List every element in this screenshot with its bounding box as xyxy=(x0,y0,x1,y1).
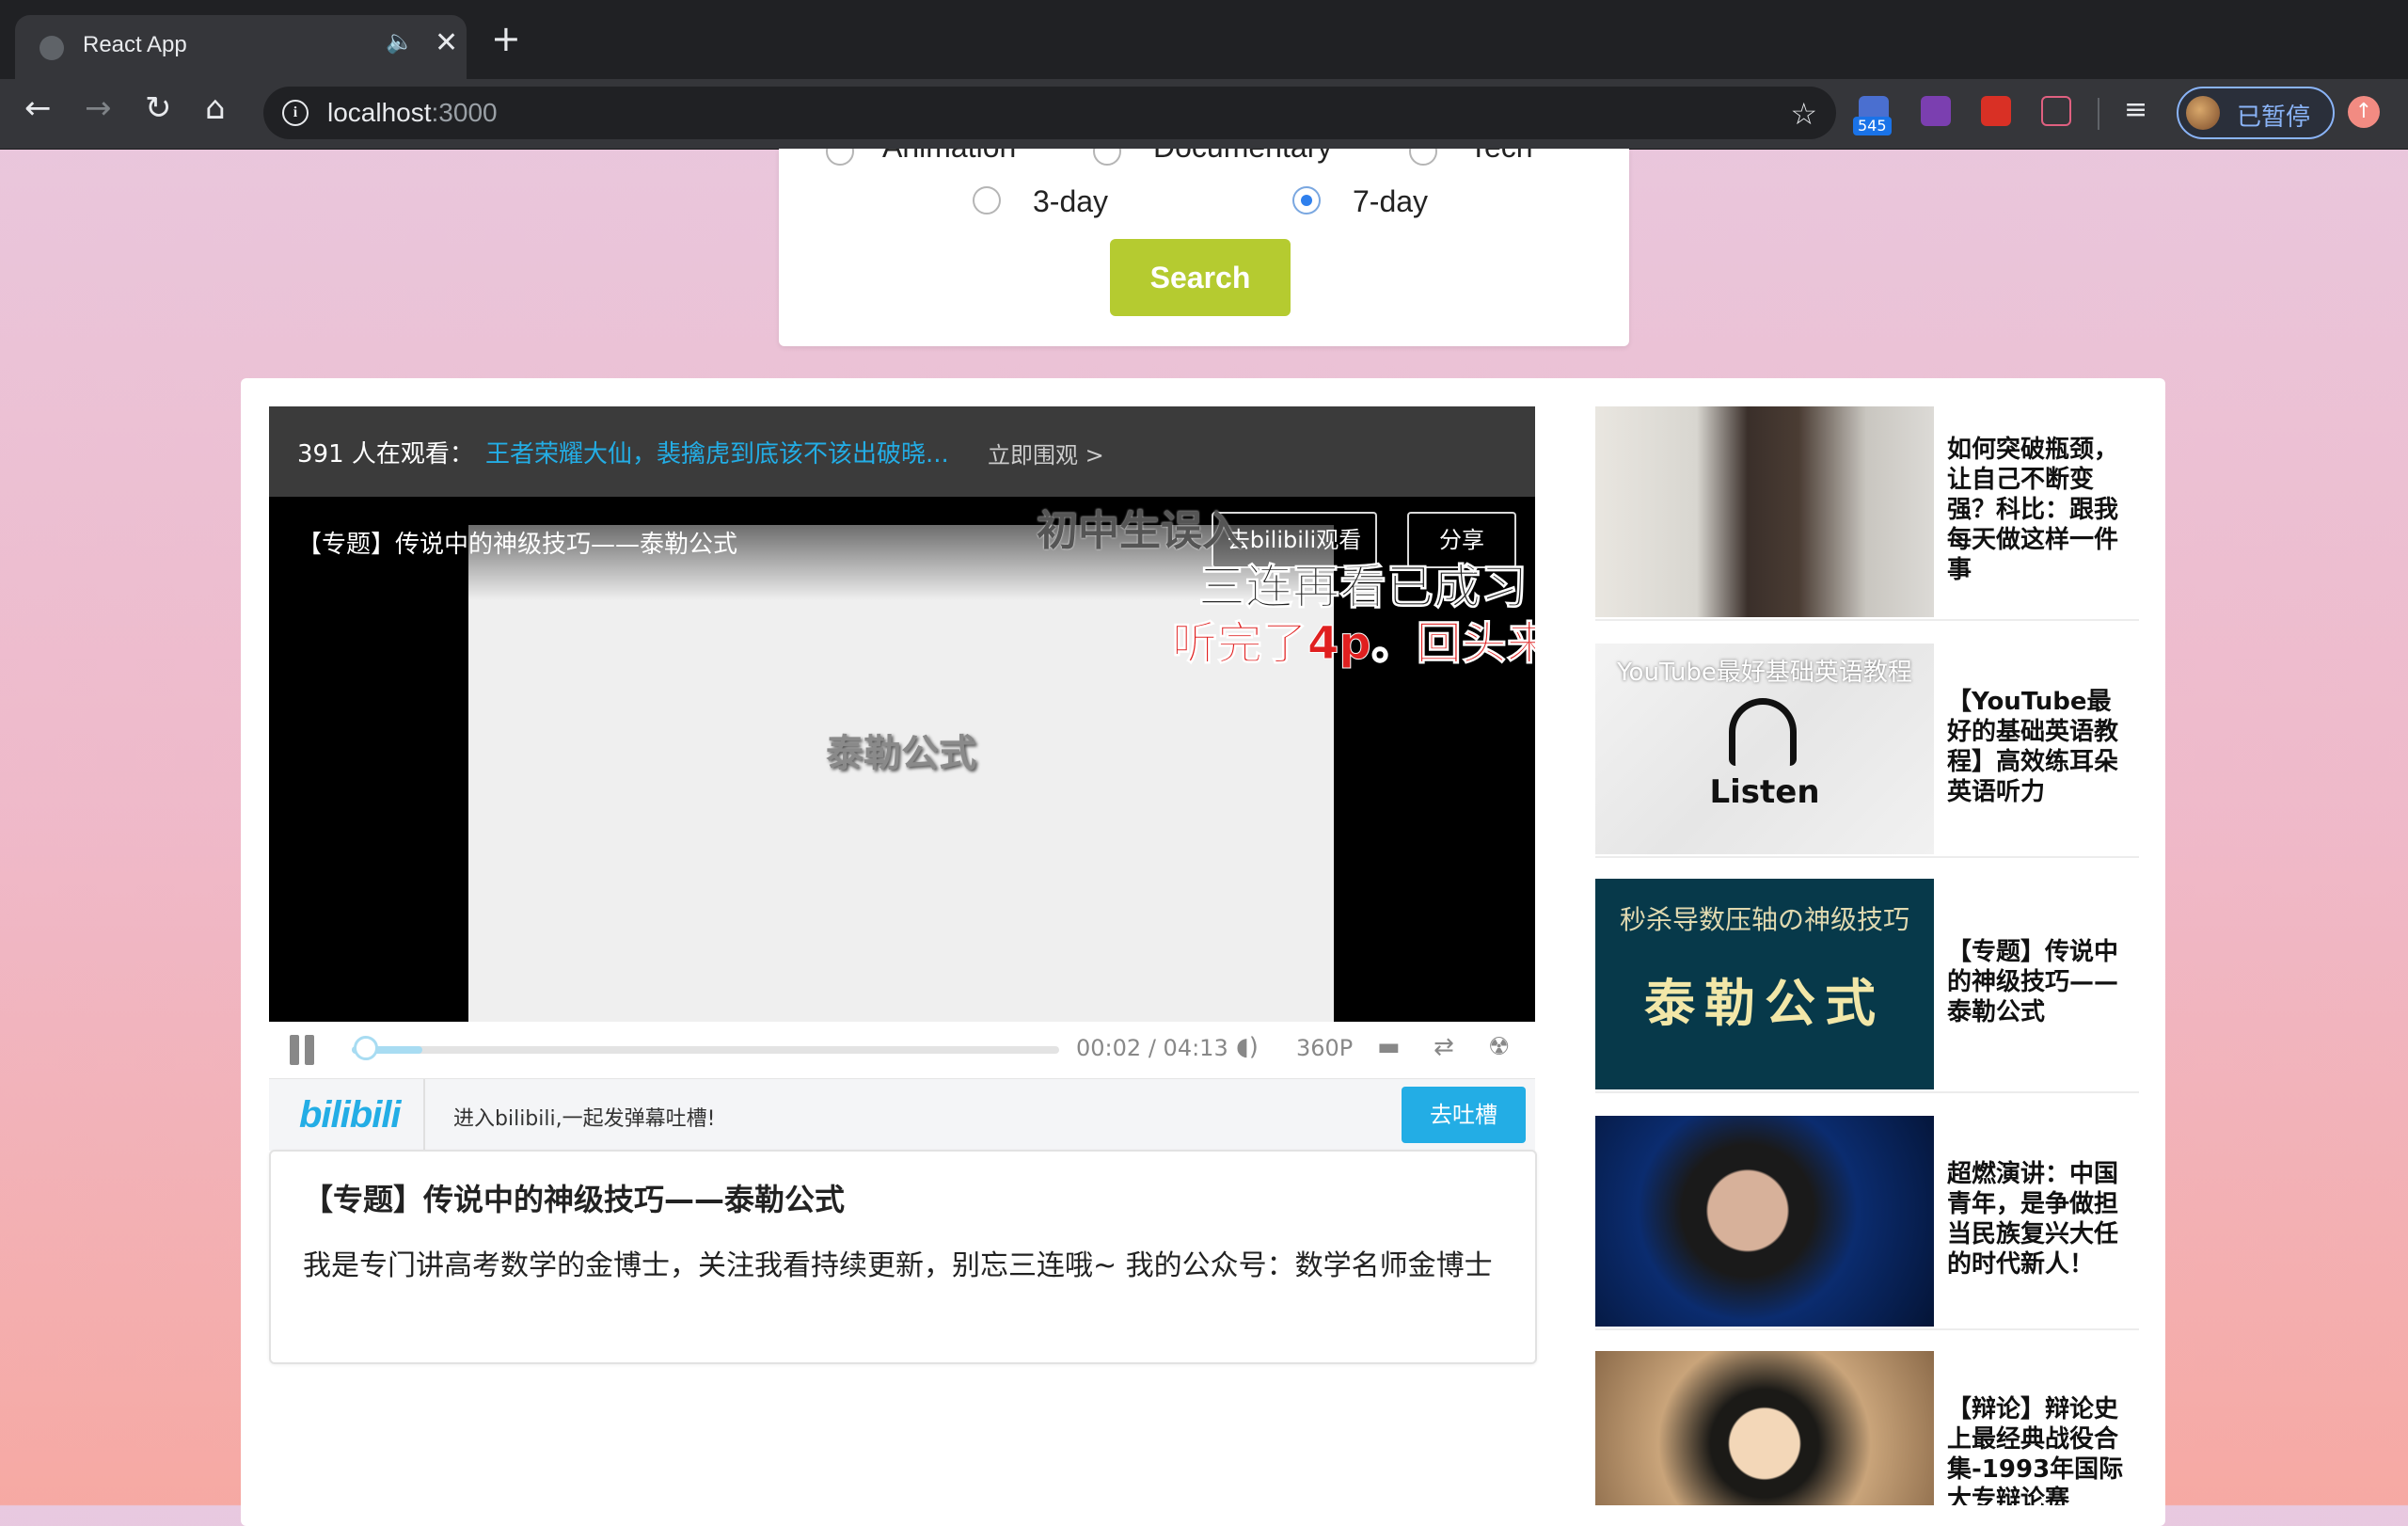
player-controls: 00:02 / 04:13 ◖) 360P ▬ ⇄ ☢ xyxy=(269,1022,1535,1078)
recommendation-item[interactable]: 超燃演讲：中国青年，是争做担当民族复兴大任的时代新人！ xyxy=(1595,1116,2139,1330)
back-icon[interactable]: ← xyxy=(24,92,52,124)
search-button[interactable]: Search xyxy=(1110,239,1291,316)
radio-7-day[interactable] xyxy=(1292,186,1321,215)
thumbnail-text: 泰勒公式 xyxy=(1644,973,1885,1033)
browser-tab[interactable]: React App 🔈 ✕ xyxy=(15,15,467,79)
viewer-count: 391 人在观看： xyxy=(297,440,474,469)
info-icon[interactable]: i xyxy=(282,100,309,126)
onenote-icon[interactable] xyxy=(1921,96,1951,126)
recommendation-item[interactable]: 如何突破瓶颈，让自己不断变强？科比：跟我每天做这样一件事 xyxy=(1595,406,2139,621)
radio-animation[interactable] xyxy=(826,149,854,166)
radio-label-3-day: 3-day xyxy=(1033,184,1109,218)
live-banner: 391 人在观看： 王者荣耀大仙，裴擒虎到底该不该出破晓... 立即围观 > xyxy=(269,406,1535,497)
recommendation-item[interactable]: 秒杀导数压轴の神级技巧 泰勒公式 【专题】传说中的神级技巧——泰勒公式 xyxy=(1595,879,2139,1093)
tv-icon[interactable] xyxy=(2041,96,2071,126)
time-display: 00:02 / 04:13 xyxy=(1076,1035,1228,1061)
description-body: 我是专门讲高考数学的金博士，关注我看持续更新，别忘三连哦~ 我的公众号：数学名师… xyxy=(303,1249,1493,1282)
browser-tab-strip: React App 🔈 ✕ + xyxy=(0,0,2408,79)
recommendation-title[interactable]: 【YouTube最好的基础英语教程】高效练耳朵英语听力 xyxy=(1947,687,2135,807)
search-card: Animation Documentary Tech 3-day 7-day S… xyxy=(779,149,1629,346)
video-thumbnail[interactable]: YouTube最好基础英语教程 Listen xyxy=(1595,644,1934,854)
reload-icon[interactable]: ↻ xyxy=(145,92,172,124)
radio-tech[interactable] xyxy=(1409,149,1437,166)
danmaku-prompt[interactable]: 进入bilibili,一起发弹幕吐槽! xyxy=(453,1102,715,1132)
watch-now-link[interactable]: 立即围观 > xyxy=(988,437,1104,469)
danmaku-toggle-icon[interactable]: ▬ xyxy=(1377,1033,1401,1061)
description-title: 【专题】传说中的神级技巧——泰勒公式 xyxy=(303,1182,846,1217)
recommendation-item[interactable]: 【辩论】辩论史上最经典战役合集-1993年国际大专辩论赛 xyxy=(1595,1351,2139,1505)
danmaku-comment: 初中生误入 xyxy=(1037,507,1244,555)
video-thumbnail[interactable] xyxy=(1595,1116,1934,1327)
danmaku-send-button[interactable]: 去吐槽 xyxy=(1402,1087,1526,1143)
video-description-card: 【专题】传说中的神级技巧——泰勒公式 我是专门讲高考数学的金博士，关注我看持续更… xyxy=(269,1150,1537,1364)
radio-label-7-day: 7-day xyxy=(1353,184,1429,218)
update-icon[interactable]: ↑ xyxy=(2348,96,2380,128)
radio-label: Animation xyxy=(882,149,1016,165)
recommendation-title[interactable]: 【辩论】辩论史上最经典战役合集-1993年国际大专辩论赛 xyxy=(1947,1394,2135,1505)
radio-3-day[interactable] xyxy=(973,186,1001,215)
tab-title: React App xyxy=(83,32,187,57)
speaker-icon[interactable]: 🔈 xyxy=(386,28,414,55)
thumbnail-caption: 秒杀导数压轴の神级技巧 xyxy=(1619,904,1909,935)
bilibili-logo[interactable]: bilibili xyxy=(299,1094,402,1137)
new-tab-button[interactable]: + xyxy=(491,21,521,56)
quality-selector[interactable]: 360P xyxy=(1296,1035,1353,1061)
avatar xyxy=(2186,96,2220,130)
radio-documentary[interactable] xyxy=(1093,149,1121,166)
forward-icon[interactable]: → xyxy=(85,92,112,124)
thumbnail-caption: YouTube最好基础英语教程 xyxy=(1617,659,1912,687)
divider xyxy=(423,1079,425,1151)
headphones-icon xyxy=(1729,698,1797,766)
recommendation-title[interactable]: 超燃演讲：中国青年，是争做担当民族复兴大任的时代新人！ xyxy=(1947,1159,2135,1280)
video-title: 【专题】传说中的神级技巧——泰勒公式 xyxy=(297,531,738,559)
live-stream-link[interactable]: 王者荣耀大仙，裴擒虎到底该不该出破晓... xyxy=(485,435,949,469)
home-icon[interactable]: ⌂ xyxy=(205,92,226,124)
bookmark-star-icon[interactable]: ☆ xyxy=(1790,96,1817,132)
progress-handle[interactable] xyxy=(354,1036,379,1060)
profile-button[interactable]: 已暂停 xyxy=(2177,87,2335,139)
video-screen[interactable]: 泰勒公式 【专题】传说中的神级技巧——泰勒公式 去bilibili观看 分享 初… xyxy=(269,497,1535,1022)
progress-bar[interactable] xyxy=(352,1036,1059,1060)
url-text: localhost:3000 xyxy=(327,98,498,127)
globe-icon xyxy=(40,36,64,60)
radio-label: Tech xyxy=(1469,149,1533,165)
profile-status: 已暂停 xyxy=(2237,103,2311,132)
video-thumbnail[interactable] xyxy=(1595,406,1934,617)
volume-icon[interactable]: ◖) xyxy=(1236,1033,1259,1061)
extension-red-icon[interactable] xyxy=(1981,96,2011,126)
pause-icon[interactable] xyxy=(290,1035,318,1065)
address-bar[interactable]: i localhost:3000 ☆ xyxy=(263,87,1836,139)
video-thumbnail[interactable]: 秒杀导数压轴の神级技巧 泰勒公式 xyxy=(1595,879,1934,1089)
settings-icon[interactable]: ☢ xyxy=(1488,1033,1510,1061)
media-controls-icon[interactable]: ≡ xyxy=(2124,96,2147,124)
radio-label: Documentary xyxy=(1153,149,1332,165)
recommendation-item[interactable]: YouTube最好基础英语教程 Listen 【YouTube最好的基础英语教程… xyxy=(1595,644,2139,858)
video-player: 391 人在观看： 王者荣耀大仙，裴擒虎到底该不该出破晓... 立即围观 > 泰… xyxy=(269,406,1535,1151)
recommendation-title[interactable]: 如何突破瓶颈，让自己不断变强？科比：跟我每天做这样一件事 xyxy=(1947,435,2135,585)
danmaku-input-bar: bilibili 进入bilibili,一起发弹幕吐槽! 去吐槽 xyxy=(269,1078,1535,1151)
extension-badge: 545 xyxy=(1853,117,1892,135)
danmaku-comment: 听完了4p。回头来 xyxy=(1172,617,1535,671)
recommendation-title[interactable]: 【专题】传说中的神级技巧——泰勒公式 xyxy=(1947,937,2135,1027)
loop-off-icon[interactable]: ⇄ xyxy=(1434,1033,1454,1061)
close-icon[interactable]: ✕ xyxy=(435,26,458,59)
video-thumbnail[interactable] xyxy=(1595,1351,1934,1505)
frame-caption: 泰勒公式 xyxy=(826,732,976,775)
toolbar-divider xyxy=(2098,98,2099,130)
thumbnail-text: Listen xyxy=(1709,773,1820,811)
browser-toolbar: ← → ↻ ⌂ i localhost:3000 ☆ 545 ≡ 已暂停 ↑ xyxy=(0,79,2408,150)
